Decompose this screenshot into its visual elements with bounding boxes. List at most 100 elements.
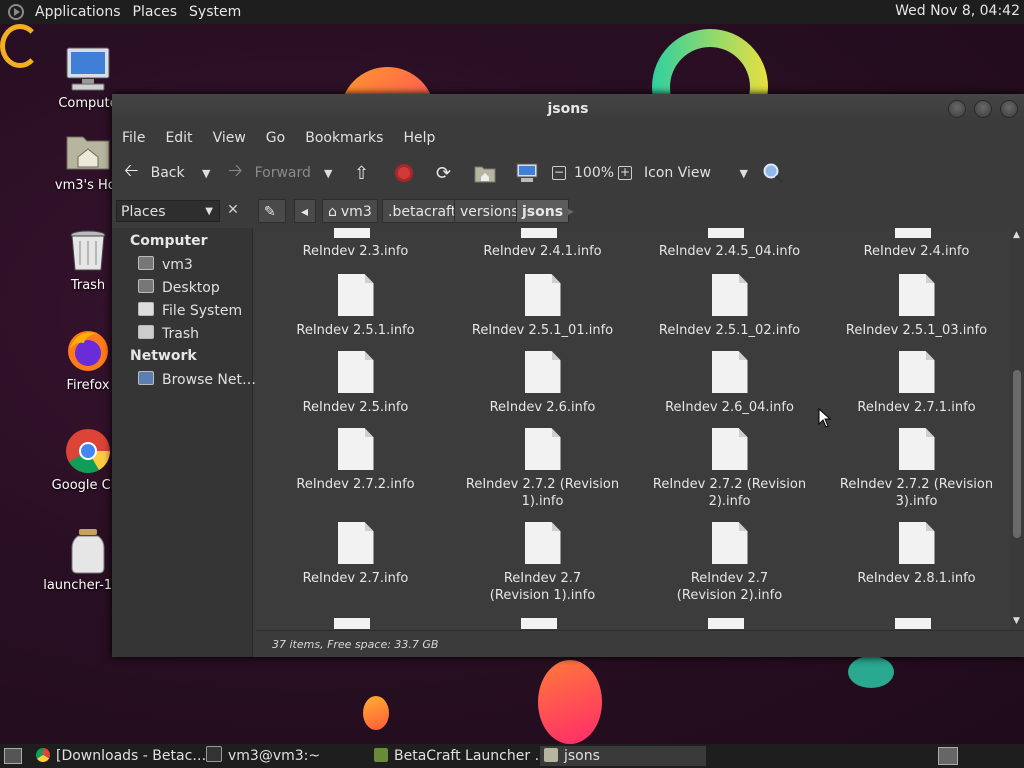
- menu-edit[interactable]: Edit: [155, 130, 202, 146]
- close-button[interactable]: [1000, 100, 1018, 118]
- clock[interactable]: Wed Nov 8, 04:42: [895, 3, 1020, 19]
- computer-button[interactable]: [516, 152, 538, 194]
- places-selector-label: Places: [121, 204, 166, 220]
- file-item[interactable]: ReIndev 2.4.1.info: [455, 243, 630, 260]
- menu-go[interactable]: Go: [256, 130, 295, 146]
- file-label: ReIndev 2.7.2 (Revision 2).info: [652, 477, 807, 509]
- file-item[interactable]: ReIndev 2.5.1_02.info: [642, 274, 817, 339]
- file-item[interactable]: ReIndev 2.4.info: [829, 243, 1004, 260]
- file-item[interactable]: ReIndev 2.7.info: [268, 522, 443, 587]
- window-titlebar[interactable]: jsons: [112, 94, 1024, 124]
- maximize-button[interactable]: [974, 100, 992, 118]
- taskbar: [Downloads - Betac… vm3@vm3:~ BetaCraft …: [0, 744, 1024, 768]
- zoom-in-button[interactable]: +: [618, 152, 632, 194]
- sidebar-item-trash[interactable]: Trash: [138, 325, 199, 342]
- file-icon-partial: [521, 228, 557, 238]
- file-label: ReIndev 2.7 (Revision 2).info: [676, 571, 783, 603]
- home-folder-icon: [474, 166, 496, 183]
- close-sidebar-icon[interactable]: ✕: [225, 202, 241, 218]
- scrollbar-thumb[interactable]: [1013, 370, 1021, 538]
- file-icon-partial: [334, 228, 370, 238]
- file-item[interactable]: ReIndev 2.8.1.info: [829, 522, 1004, 587]
- search-button[interactable]: [762, 152, 784, 194]
- search-icon: [763, 163, 784, 184]
- task-terminal[interactable]: vm3@vm3:~: [206, 746, 366, 766]
- reload-icon[interactable]: ⟳: [436, 152, 451, 194]
- breadcrumb-vm3[interactable]: ⌂ vm3: [322, 199, 378, 223]
- file-item[interactable]: ReIndev 2.7.2.info: [268, 428, 443, 493]
- sidebar-item-filesystem[interactable]: File System: [138, 302, 242, 319]
- minimize-button[interactable]: [948, 100, 966, 118]
- up-icon[interactable]: ⇧: [354, 152, 369, 194]
- file-item[interactable]: ReIndev 2.5.1_01.info: [455, 274, 630, 339]
- sidebar-item-browse-network[interactable]: Browse Net…: [138, 371, 256, 388]
- mouse-cursor-icon: [818, 408, 832, 428]
- document-icon: [524, 274, 561, 316]
- chevron-down-icon: ▼: [205, 206, 213, 217]
- vertical-scrollbar[interactable]: ▲ ▼: [1010, 228, 1024, 629]
- home-folder-icon: [64, 127, 112, 175]
- forward-history-dropdown[interactable]: ▼: [324, 152, 332, 194]
- task-label: vm3@vm3:~: [228, 748, 321, 764]
- distro-logo-icon[interactable]: [8, 4, 24, 20]
- wallpaper-yellow-arc: [0, 24, 40, 68]
- terminal-icon: [206, 746, 222, 762]
- file-item[interactable]: ReIndev 2.5.1.info: [268, 274, 443, 339]
- sidebar-item-label: Browse Net…: [162, 372, 257, 388]
- file-label: ReIndev 2.6.info: [489, 400, 596, 415]
- menu-bookmarks[interactable]: Bookmarks: [295, 130, 393, 146]
- file-label: ReIndev 2.5.1_02.info: [658, 323, 801, 338]
- home-button[interactable]: [474, 152, 496, 194]
- document-icon: [337, 274, 374, 316]
- breadcrumb-betacraft[interactable]: .betacraft: [382, 199, 463, 223]
- task-betacraft-launcher[interactable]: BetaCraft Launcher …: [374, 746, 538, 766]
- sidebar-item-desktop[interactable]: Desktop: [138, 279, 220, 296]
- wallpaper-pink-blob: [538, 660, 602, 744]
- file-item[interactable]: ReIndev 2.5.1_03.info: [829, 274, 1004, 339]
- sidebar-item-label: vm3: [162, 257, 193, 273]
- places-menu[interactable]: Places: [127, 4, 184, 20]
- file-item[interactable]: ReIndev 2.5.info: [268, 351, 443, 416]
- edit-location-button[interactable]: ✎: [258, 199, 286, 223]
- file-item[interactable]: ReIndev 2.7 (Revision 2).info: [642, 522, 817, 604]
- task-downloads-chrome[interactable]: [Downloads - Betac…: [36, 746, 226, 766]
- file-item[interactable]: ReIndev 2.6.info: [455, 351, 630, 416]
- back-history-dropdown[interactable]: ▼: [202, 152, 210, 194]
- file-label: ReIndev 2.8.1.info: [857, 571, 976, 586]
- scroll-down-arrow[interactable]: ▼: [1013, 616, 1020, 626]
- file-icon-partial: [708, 618, 744, 629]
- file-item[interactable]: ReIndev 2.3.info: [268, 243, 443, 260]
- view-mode-select[interactable]: Icon View ▼: [644, 152, 748, 194]
- breadcrumb-jsons[interactable]: jsons: [516, 199, 570, 223]
- show-desktop-icon[interactable]: [4, 748, 22, 764]
- file-item[interactable]: ReIndev 2.7.1.info: [829, 351, 1004, 416]
- zoom-out-button[interactable]: −: [552, 152, 566, 194]
- file-item[interactable]: ReIndev 2.7 (Revision 1).info: [455, 522, 630, 604]
- file-item[interactable]: ReIndev 2.6_04.info: [642, 351, 817, 416]
- scroll-up-arrow[interactable]: ▲: [1013, 230, 1020, 240]
- system-menu[interactable]: System: [183, 4, 247, 20]
- menu-help[interactable]: Help: [393, 130, 445, 146]
- zoom-out-icon: −: [552, 165, 566, 180]
- file-item[interactable]: ReIndev 2.7.2 (Revision 3).info: [829, 428, 1004, 510]
- breadcrumb-label: vm3: [340, 204, 372, 220]
- document-icon: [898, 274, 935, 316]
- file-item[interactable]: ReIndev 2.7.2 (Revision 2).info: [642, 428, 817, 510]
- sidebar-item-vm3[interactable]: vm3: [138, 256, 193, 273]
- back-button[interactable]: 🡠 Back: [118, 152, 185, 194]
- zoom-level[interactable]: 100%: [574, 152, 614, 194]
- computer-icon: [516, 163, 538, 182]
- file-item[interactable]: ReIndev 2.4.5_04.info: [642, 243, 817, 260]
- places-selector[interactable]: Places ▼: [116, 200, 220, 222]
- breadcrumb-left-arrow[interactable]: ◂: [294, 199, 316, 223]
- breadcrumb-versions[interactable]: versions: [454, 199, 525, 223]
- menu-file[interactable]: File: [112, 130, 155, 146]
- file-item[interactable]: ReIndev 2.7.2 (Revision 1).info: [455, 428, 630, 510]
- breadcrumb-right-arrow[interactable]: ▸: [568, 204, 574, 218]
- task-jsons[interactable]: jsons: [540, 746, 706, 766]
- stop-button[interactable]: [394, 152, 414, 194]
- menu-view[interactable]: View: [203, 130, 256, 146]
- workspace-switcher-icon[interactable]: [938, 747, 958, 765]
- forward-button[interactable]: 🡢 Forward: [222, 152, 311, 194]
- applications-menu[interactable]: Applications: [29, 4, 127, 20]
